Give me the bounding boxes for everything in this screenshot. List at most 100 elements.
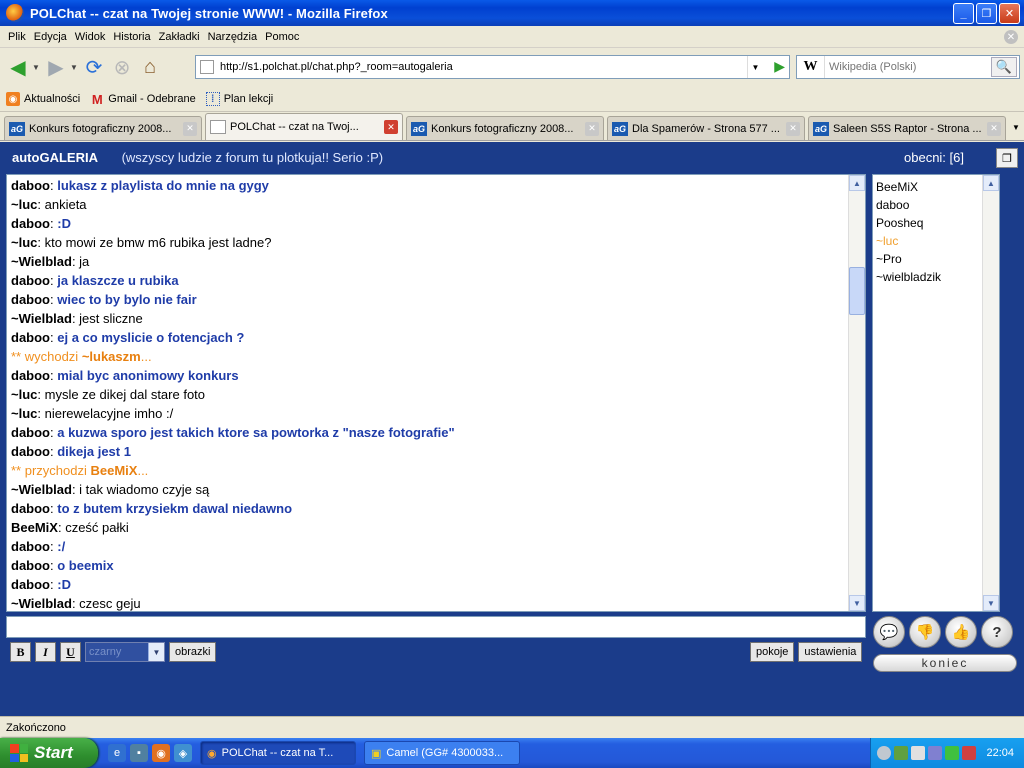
scroll-down-icon[interactable]: ▼ (849, 595, 865, 611)
scroll-thumb[interactable] (849, 267, 865, 315)
user-list-item[interactable]: ~wielbladzik (876, 268, 996, 286)
message-nick[interactable]: daboo (11, 216, 50, 231)
forward-dropdown-icon[interactable]: ▼ (70, 63, 80, 72)
message-nick[interactable]: ~luc (11, 197, 37, 212)
user-list-item[interactable]: BeeMiX (876, 178, 996, 196)
message-nick[interactable]: daboo (11, 558, 50, 573)
menu-edycja[interactable]: Edycja (30, 31, 71, 43)
scroll-up-icon[interactable]: ▲ (983, 175, 999, 191)
detach-window-icon[interactable]: ❐ (996, 148, 1018, 168)
message-nick[interactable]: ~luc (11, 235, 37, 250)
message-nick[interactable]: ~luc (11, 387, 37, 402)
bold-button[interactable]: B (10, 642, 31, 662)
chevron-down-icon[interactable]: ▼ (148, 643, 164, 661)
network-icon[interactable] (894, 746, 908, 760)
message-nick[interactable]: ~luc (11, 406, 37, 421)
speech-bubble-icon[interactable]: 💬 (873, 616, 905, 648)
scroll-down-icon[interactable]: ▼ (983, 595, 999, 611)
back-dropdown-icon[interactable]: ▼ (32, 63, 42, 72)
italic-button[interactable]: I (35, 642, 56, 662)
message-nick[interactable]: BeeMiX (11, 520, 58, 535)
close-window-button[interactable]: ✕ (999, 3, 1020, 24)
message-nick[interactable]: ~Wielblad (11, 254, 72, 269)
message-nick[interactable]: daboo (11, 330, 50, 345)
wikipedia-icon[interactable]: W (797, 56, 825, 78)
search-bar[interactable]: W 🔍 (796, 55, 1020, 79)
go-arrow-icon[interactable]: ▶ (774, 58, 785, 75)
tab-close-icon[interactable]: ✕ (786, 121, 800, 136)
message-nick[interactable]: daboo (11, 444, 50, 459)
messenger-icon[interactable]: ◈ (174, 744, 192, 762)
message-nick[interactable]: daboo (11, 273, 50, 288)
underline-button[interactable]: U (60, 642, 81, 662)
forward-arrow-icon[interactable]: ▶ (42, 54, 70, 82)
tab-saleen[interactable]: aG Saleen S5S Raptor - Strona ... ✕ (808, 116, 1006, 140)
user-list-item[interactable]: ~Pro (876, 250, 996, 268)
scroll-up-icon[interactable]: ▲ (849, 175, 865, 191)
images-button[interactable]: obrazki (169, 642, 217, 662)
stop-icon[interactable]: ⊗ (108, 54, 136, 82)
tab-close-icon[interactable]: ✕ (384, 120, 398, 134)
message-nick[interactable]: daboo (11, 368, 50, 383)
message-log[interactable]: daboo: lukasz z playlista do mnie na gyg… (6, 174, 866, 612)
reload-icon[interactable]: ⟳ (80, 54, 108, 82)
user-list-item[interactable]: daboo (876, 196, 996, 214)
bookmark-aktualnosci[interactable]: ◉ Aktualności (6, 92, 80, 106)
antivirus-icon[interactable] (962, 746, 976, 760)
start-button[interactable]: Start (0, 738, 98, 768)
ie-icon[interactable]: e (108, 744, 126, 762)
display-icon[interactable] (928, 746, 942, 760)
gadu-gadu-tray-icon[interactable] (945, 746, 959, 760)
message-nick[interactable]: ~Wielblad (11, 311, 72, 326)
message-nick[interactable]: ~Wielblad (11, 596, 72, 611)
minimize-button[interactable]: _ (953, 3, 974, 24)
url-text[interactable]: http://s1.polchat.pl/chat.php?_room=auto… (220, 61, 453, 73)
tab-close-icon[interactable]: ✕ (987, 121, 1001, 136)
message-nick[interactable]: BeeMiX (90, 463, 137, 478)
tab-konkurs-1[interactable]: aG Konkurs fotograficzny 2008... ✕ (4, 116, 202, 140)
back-arrow-icon[interactable]: ◀ (4, 54, 32, 82)
message-nick[interactable]: daboo (11, 577, 50, 592)
bookmark-gmail[interactable]: M Gmail - Odebrane (90, 92, 196, 107)
settings-button[interactable]: ustawienia (798, 642, 863, 662)
tab-spamerow[interactable]: aG Dla Spamerów - Strona 577 ... ✕ (607, 116, 805, 140)
message-nick[interactable]: daboo (11, 178, 50, 193)
menu-zakladki[interactable]: Zakładki (155, 31, 204, 43)
menu-plik[interactable]: Plik (4, 31, 30, 43)
rooms-button[interactable]: pokoje (750, 642, 795, 662)
tab-close-icon[interactable]: ✕ (585, 121, 599, 136)
tab-konkurs-2[interactable]: aG Konkurs fotograficzny 2008... ✕ (406, 116, 604, 140)
menu-historia[interactable]: Historia (109, 31, 154, 43)
message-input[interactable] (7, 617, 865, 637)
message-nick[interactable]: daboo (11, 501, 50, 516)
url-dropdown-icon[interactable]: ▼ (747, 56, 763, 78)
monitor-icon[interactable] (911, 746, 925, 760)
thumbs-down-icon[interactable]: 👎 (909, 616, 941, 648)
tray-arrow-icon[interactable] (877, 746, 891, 760)
logout-button[interactable]: koniec (873, 654, 1017, 672)
tab-close-icon[interactable]: ✕ (183, 121, 197, 136)
user-scrollbar[interactable]: ▲ ▼ (982, 175, 999, 611)
message-nick[interactable]: ~Wielblad (11, 482, 72, 497)
message-nick[interactable]: ~lukaszm (82, 349, 141, 364)
menu-pomoc[interactable]: Pomoc (261, 31, 303, 43)
search-input[interactable] (825, 57, 985, 77)
help-icon[interactable]: ? (981, 616, 1013, 648)
user-list-item[interactable]: Poosheq (876, 214, 996, 232)
menu-narzedzia[interactable]: Narzędzia (204, 31, 262, 43)
message-nick[interactable]: daboo (11, 292, 50, 307)
message-scrollbar[interactable]: ▲ ▼ (848, 175, 865, 611)
url-bar[interactable]: http://s1.polchat.pl/chat.php?_room=auto… (195, 55, 790, 79)
message-nick[interactable]: daboo (11, 425, 50, 440)
thumbs-up-icon[interactable]: 👍 (945, 616, 977, 648)
message-input-field[interactable] (6, 616, 866, 638)
tab-polchat[interactable]: POLChat -- czat na Twoj... ✕ (205, 113, 403, 140)
tab-list-dropdown-icon[interactable]: ▼ (1009, 123, 1023, 132)
restore-button[interactable]: ❐ (976, 3, 997, 24)
save-icon[interactable]: ▪ (130, 744, 148, 762)
firefox-quick-icon[interactable]: ◉ (152, 744, 170, 762)
bookmark-plan-lekcji[interactable]: ⁞ Plan lekcji (205, 92, 273, 106)
close-tab-icon[interactable]: ✕ (1004, 30, 1018, 44)
taskbar-item-polchat[interactable]: ◉ POLChat -- czat na T... (200, 741, 356, 765)
menu-widok[interactable]: Widok (71, 31, 110, 43)
